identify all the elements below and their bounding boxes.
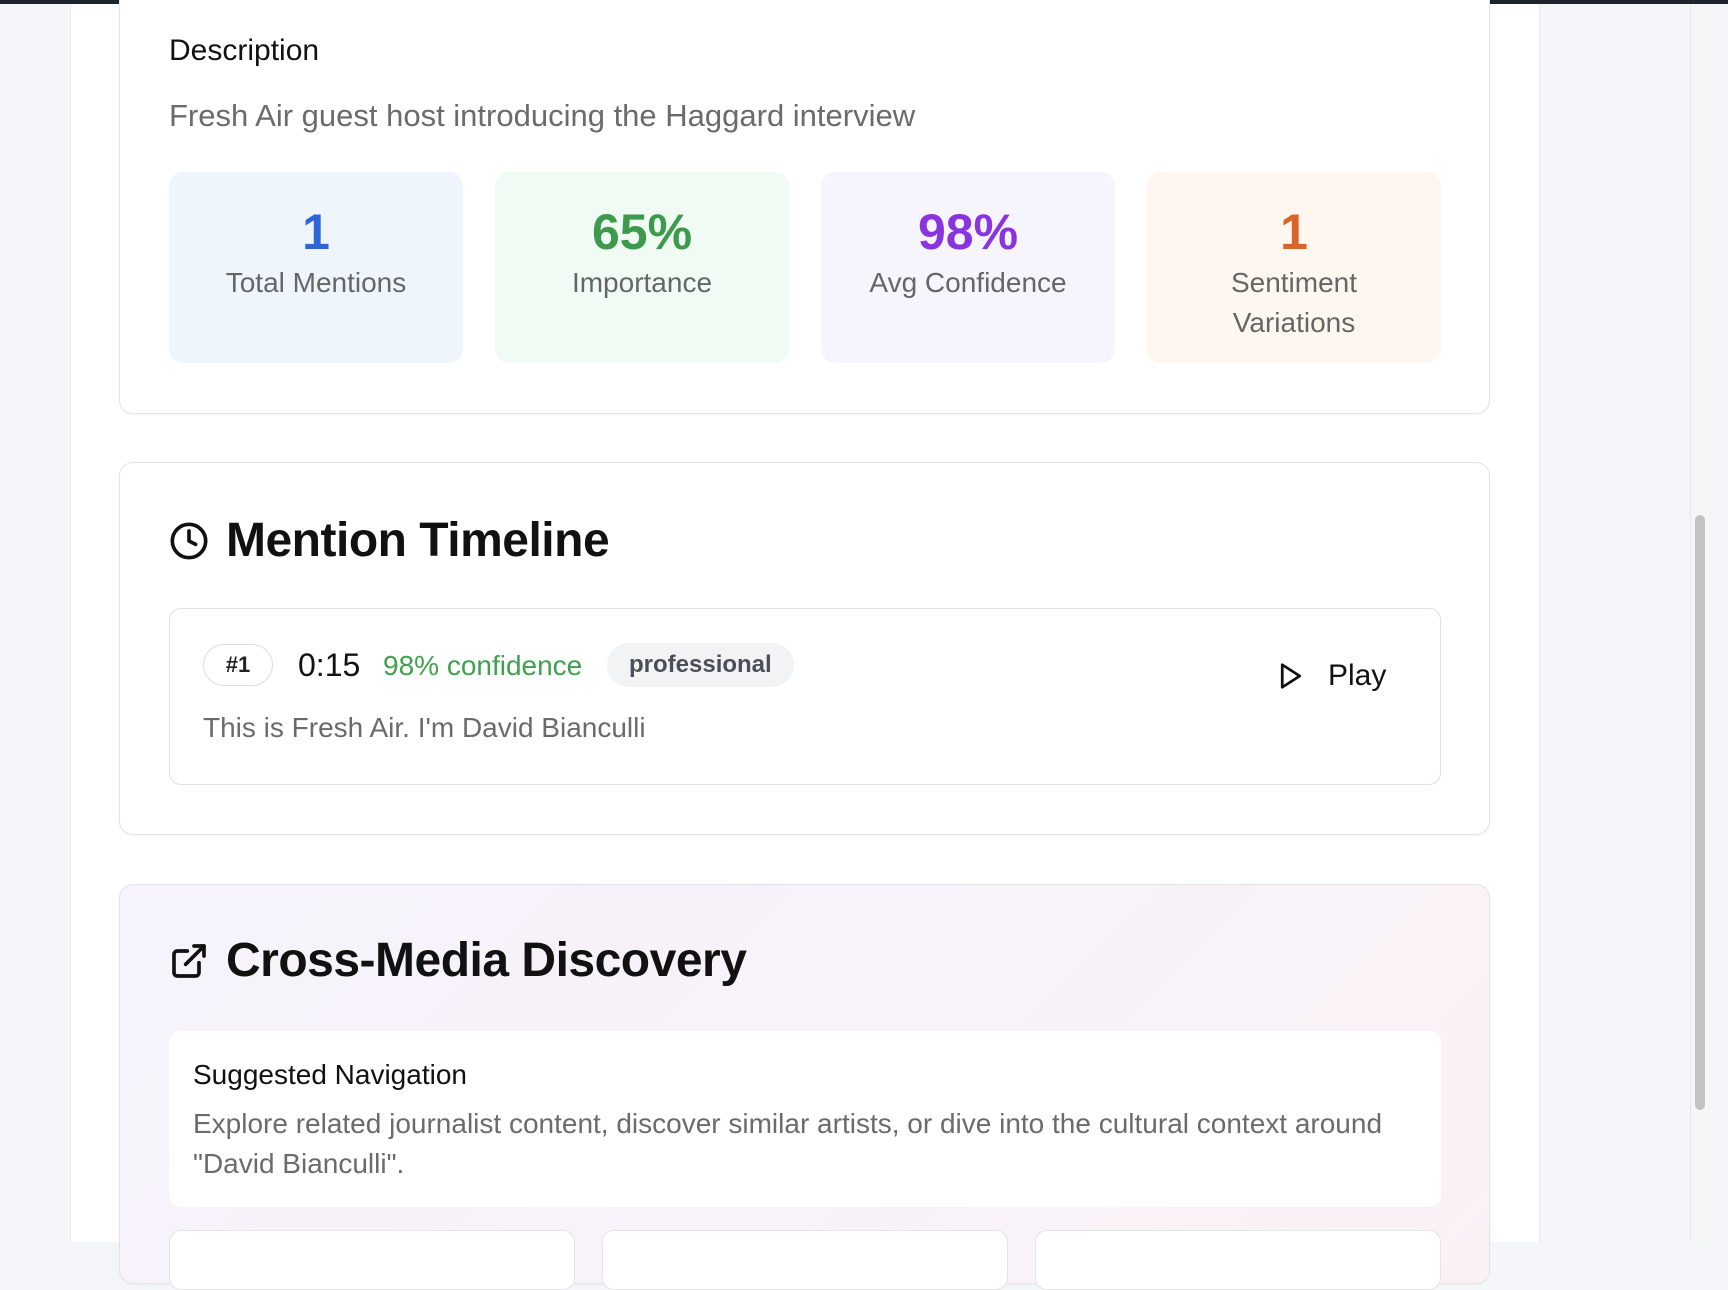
stat-label: Avg Confidence bbox=[869, 267, 1067, 298]
mention-number-badge: #1 bbox=[203, 644, 273, 686]
stat-label: Sentiment Variations bbox=[1230, 267, 1358, 338]
suggested-navigation-title: Suggested Navigation bbox=[193, 1059, 467, 1090]
external-link-icon bbox=[169, 941, 209, 981]
stat-avg-confidence: 98% Avg Confidence bbox=[821, 172, 1115, 363]
cross-media-heading: Cross-Media Discovery bbox=[169, 933, 747, 988]
suggested-navigation-box: Suggested Navigation Explore related jou… bbox=[169, 1031, 1441, 1207]
mention-timeline-heading: Mention Timeline bbox=[169, 513, 610, 568]
stat-label: Importance bbox=[571, 267, 713, 298]
description-label: Description bbox=[169, 34, 320, 67]
discovery-card[interactable] bbox=[1035, 1230, 1441, 1290]
stat-sentiment-variations: 1 Sentiment Variations bbox=[1147, 172, 1441, 363]
discovery-card[interactable] bbox=[169, 1230, 575, 1290]
stat-value: 1 bbox=[302, 204, 330, 260]
stat-value: 65% bbox=[591, 204, 693, 260]
stat-value: 98% bbox=[917, 204, 1019, 260]
scrollbar-thumb[interactable] bbox=[1695, 515, 1705, 1110]
discovery-card[interactable] bbox=[602, 1230, 1008, 1290]
description-text: Fresh Air guest host introducing the Hag… bbox=[169, 98, 916, 133]
suggested-navigation-text: Explore related journalist content, disc… bbox=[193, 1108, 1383, 1179]
play-label: Play bbox=[1328, 659, 1387, 692]
mention-item: #1 0:15 98% confidence professional This… bbox=[169, 608, 1441, 785]
description-card: Description Fresh Air guest host introdu… bbox=[119, 0, 1490, 414]
stat-importance: 65% Importance bbox=[495, 172, 789, 363]
sentiment-tag: professional bbox=[607, 643, 794, 687]
cross-media-card: Cross-Media Discovery Suggested Navigati… bbox=[119, 884, 1490, 1290]
play-button[interactable]: Play bbox=[1276, 651, 1386, 701]
cross-media-title: Cross-Media Discovery bbox=[226, 934, 747, 987]
stat-total-mentions: 1 Total Mentions bbox=[169, 172, 463, 363]
stat-value: 1 bbox=[1280, 204, 1308, 260]
mention-timeline-title: Mention Timeline bbox=[226, 514, 610, 567]
play-icon bbox=[1276, 661, 1306, 691]
mention-quote: This is Fresh Air. I'm David Bianculli bbox=[203, 712, 646, 743]
mention-timeline-card: Mention Timeline #1 0:15 98% confidence … bbox=[119, 462, 1490, 835]
mention-confidence: 98% confidence bbox=[383, 650, 583, 681]
mention-timestamp: 0:15 bbox=[298, 647, 361, 683]
stat-label: Total Mentions bbox=[225, 267, 407, 298]
clock-icon bbox=[169, 521, 209, 561]
